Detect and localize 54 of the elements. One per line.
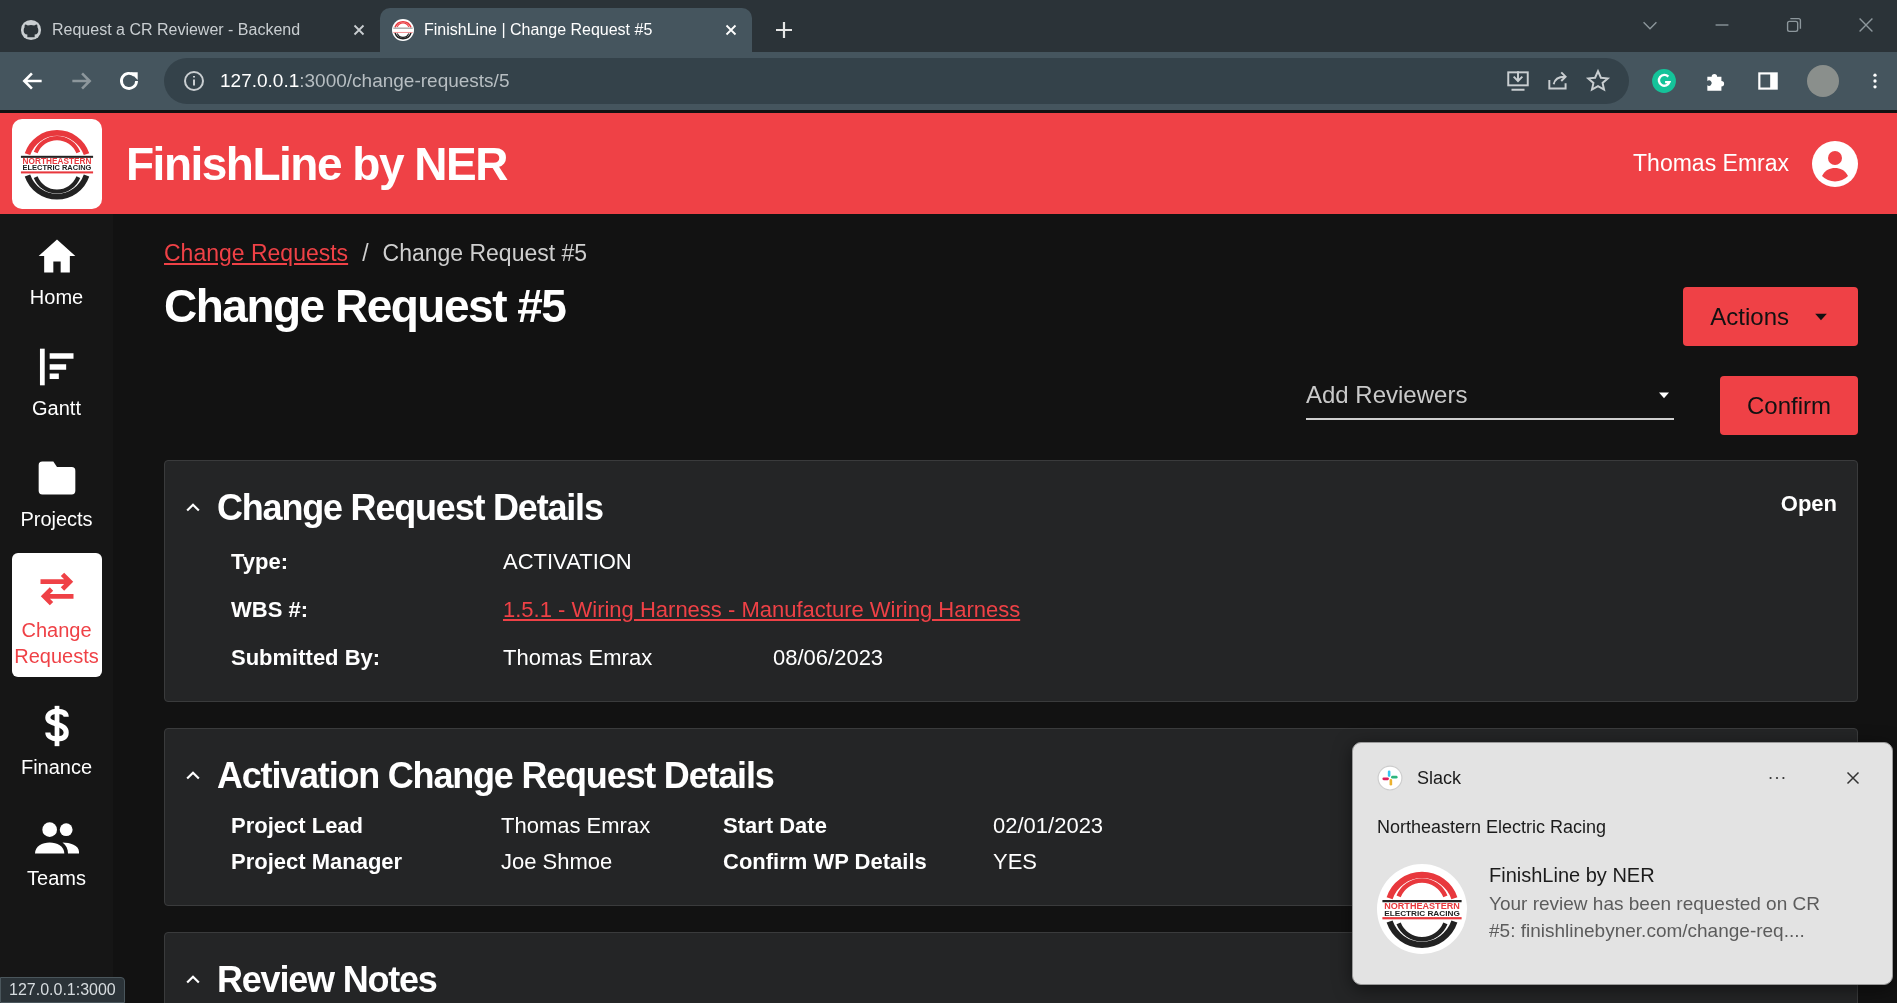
nav-item[interactable]: Finance [11,690,102,788]
nav-item[interactable]: Home [11,220,102,318]
tab-title: FinishLine | Change Request #5 [424,21,654,39]
download-icon [1505,68,1531,94]
section-title: Activation Change Request Details [217,755,774,797]
app-title: FinishLine by NER [126,136,507,191]
nav-item[interactable]: Teams [11,801,102,899]
nav-item[interactable]: Projects [11,442,102,540]
striped-circle-icon [392,19,414,41]
field-value: Joe Shmoe [501,849,613,875]
notification-toast[interactable]: Slack Northeastern Electric Racing NORTHEASTERN ELECTRIC RACING FinishLine by NER Your review has been requested on CR #5: finishlinebyner.com/change-req.... [1352,742,1893,985]
field-label: Start Date [723,813,827,839]
logo-drawing: NORTHEASTERN ELECTRIC RACING [1377,864,1467,954]
field-value: ACTIVATION [503,549,632,575]
notification-message: Your review has been requested on CR #5: finishlinebyner.com/change-req.... [1489,892,1821,943]
browser-tab[interactable]: FinishLine | Change Request #5 [380,8,752,52]
field-label: Project Manager [231,849,403,875]
nav-item[interactable]: Gantt [11,331,102,429]
confirm-button[interactable]: Confirm [1720,376,1858,435]
section-title: Change Request Details [217,487,603,529]
field-value: 08/06/2023 [773,645,884,671]
star-icon [1585,68,1611,94]
status-label: Open [1780,491,1837,517]
extension-badge-icon[interactable] [1651,68,1677,94]
breadcrumb-current: Change Request #5 [382,240,588,267]
tab-title: Request a CR Reviewer - Backend [52,21,302,39]
field-value: Thomas Emrax [501,813,651,839]
field-label: Submitted By: [231,645,381,671]
section-title: Review Notes [217,959,437,1001]
info-icon [182,69,206,93]
status-url: 127.0.0.1:3000 [0,977,125,1003]
account-icon[interactable] [1811,139,1859,188]
field-label: Project Lead [231,813,364,839]
browser-tab[interactable]: Request a CR Reviewer - Backend [8,8,380,52]
field-label: WBS #: [231,597,308,623]
workspace-name: Northeastern Electric Racing [1377,817,1608,838]
address-bar[interactable]: 127.0.0.1:3000/change-requests/5 [164,58,1629,104]
user-name: Thomas Emrax [1633,150,1789,177]
breadcrumb-separator: / [362,240,369,267]
wbs-link[interactable]: 1.5.1 - Wiring Harness - Manufacture Wiring Harness [503,597,1021,623]
field-value: Thomas Emrax [503,645,653,671]
app-name: Slack [1417,767,1461,789]
url-text: 127.0.0.1:3000/change-requests/5 [220,70,510,92]
reviewers-select[interactable]: Add Reviewers [1306,376,1674,420]
nav-item[interactable]: Change Requests [11,553,102,677]
field-value: YES [993,849,1038,875]
actions-button[interactable]: Actions [1683,287,1858,346]
field-label: Confirm WP Details [723,849,927,875]
field-label: Type: [231,549,289,575]
page-title: Change Request #5 [164,279,567,333]
notification-title: FinishLine by NER [1489,864,1656,887]
breadcrumb-link[interactable]: Change Requests [164,240,349,267]
hash-logo-icon [1377,765,1403,791]
field-value: 02/01/2023 [993,813,1104,839]
